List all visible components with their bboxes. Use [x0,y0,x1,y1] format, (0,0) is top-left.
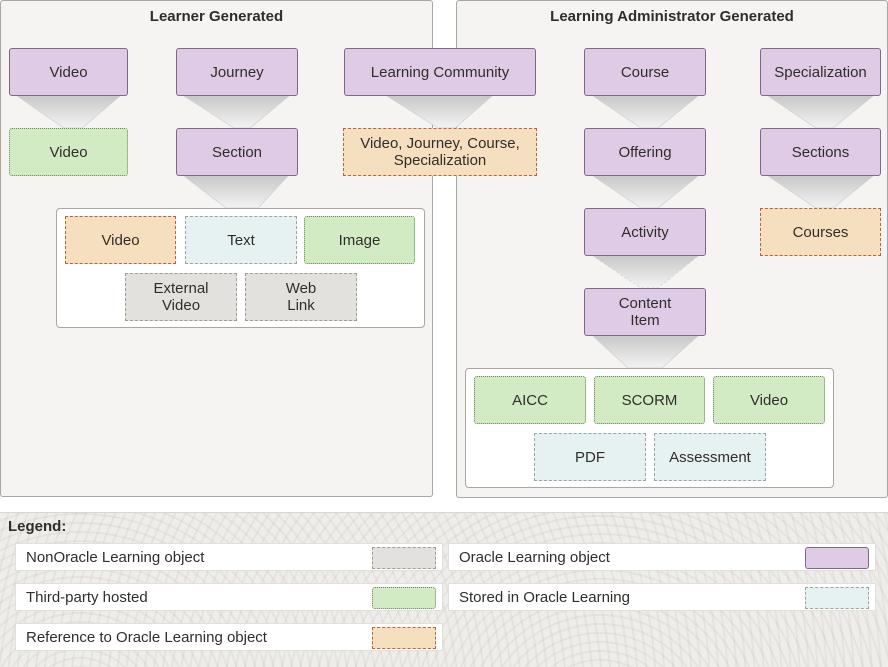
legend-swatch-reference [372,627,436,649]
node-courses: Courses [760,208,881,256]
legend-label: Third-party hosted [26,589,148,606]
node-learning-community: Learning Community [344,48,536,96]
section-item-video: Video [65,216,176,264]
node-specialization: Specialization [760,48,881,96]
legend-item-thirdparty: Third-party hosted [15,583,443,611]
content-item-pdf: PDF [534,433,646,481]
learner-generated-title: Learner Generated [149,8,284,25]
section-item-image: Image [304,216,415,264]
node-course: Course [584,48,706,96]
legend-label: Oracle Learning object [459,549,610,566]
node-video: Video [9,48,128,96]
section-item-text: Text [185,216,297,264]
legend-label: Reference to Oracle Learning object [26,629,267,646]
legend-item-reference: Reference to Oracle Learning object [15,623,443,651]
node-content-item: Content Item [584,288,706,336]
node-video-thirdparty: Video [9,128,128,176]
legend-item-nonoracle: NonOracle Learning object [15,543,443,571]
legend-swatch-nonoracle [372,547,436,569]
legend-item-oracle: Oracle Learning object [448,543,876,571]
node-community-references: Video, Journey, Course, Specialization [343,128,537,176]
node-offering: Offering [584,128,706,176]
node-section: Section [176,128,298,176]
legend-label: Stored in Oracle Learning [459,589,630,606]
legend: Legend: NonOracle Learning object Oracle… [0,512,888,667]
admin-generated-title: Learning Administrator Generated [550,8,794,25]
content-item-aicc: AICC [474,376,586,424]
section-item-web-link: Web Link [245,273,357,321]
content-item-video: Video [713,376,825,424]
node-sections: Sections [760,128,881,176]
legend-swatch-thirdparty [372,587,436,609]
legend-label: NonOracle Learning object [26,549,205,566]
node-journey: Journey [176,48,298,96]
legend-item-stored: Stored in Oracle Learning [448,583,876,611]
node-activity: Activity [584,208,706,256]
legend-swatch-stored [805,587,869,609]
legend-swatch-oracle [805,547,869,569]
legend-title: Legend: [8,518,67,535]
content-item-scorm: SCORM [594,376,705,424]
content-item-assessment: Assessment [654,433,766,481]
section-item-external-video: External Video [125,273,237,321]
